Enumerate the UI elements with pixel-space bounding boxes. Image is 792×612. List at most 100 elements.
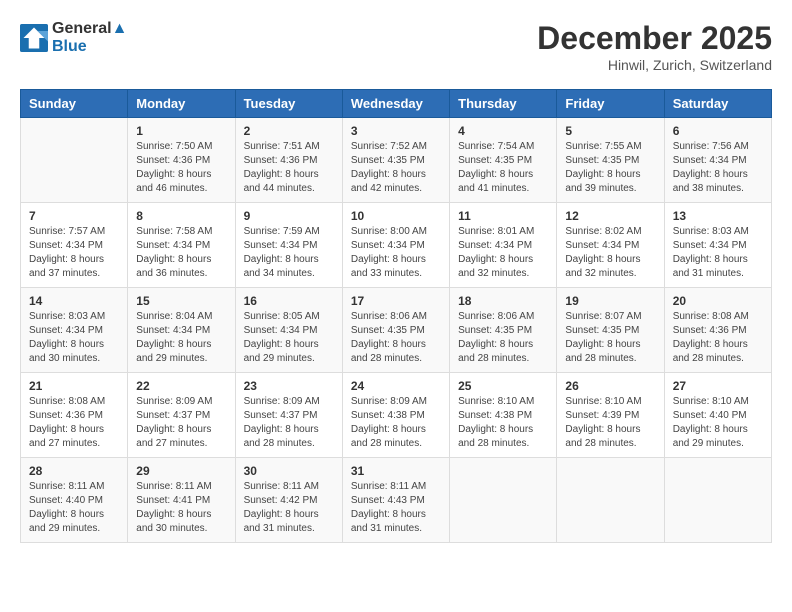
day-number: 13 [673,209,763,223]
cell-info: Sunrise: 7:51 AMSunset: 4:36 PMDaylight:… [244,140,334,196]
day-number: 11 [458,209,548,223]
calendar-cell: 6 Sunrise: 7:56 AMSunset: 4:34 PMDayligh… [664,118,771,203]
day-number: 8 [136,209,226,223]
calendar-week-3: 14 Sunrise: 8:03 AMSunset: 4:34 PMDaylig… [21,288,772,373]
calendar-cell [21,118,128,203]
logo: General▲ Blue [20,20,127,56]
calendar-cell: 20 Sunrise: 8:08 AMSunset: 4:36 PMDaylig… [664,288,771,373]
calendar-cell: 26 Sunrise: 8:10 AMSunset: 4:39 PMDaylig… [557,373,664,458]
calendar-week-1: 1 Sunrise: 7:50 AMSunset: 4:36 PMDayligh… [21,118,772,203]
day-number: 7 [29,209,119,223]
day-number: 14 [29,294,119,308]
cell-info: Sunrise: 8:10 AMSunset: 4:40 PMDaylight:… [673,395,763,451]
logo-text: General▲ Blue [52,20,127,56]
cell-info: Sunrise: 8:11 AMSunset: 4:43 PMDaylight:… [351,480,441,536]
cell-info: Sunrise: 7:55 AMSunset: 4:35 PMDaylight:… [565,140,655,196]
calendar-cell: 4 Sunrise: 7:54 AMSunset: 4:35 PMDayligh… [450,118,557,203]
calendar-cell: 22 Sunrise: 8:09 AMSunset: 4:37 PMDaylig… [128,373,235,458]
day-number: 15 [136,294,226,308]
day-number: 24 [351,379,441,393]
weekday-header-friday: Friday [557,90,664,118]
calendar-cell [450,458,557,543]
calendar-cell: 8 Sunrise: 7:58 AMSunset: 4:34 PMDayligh… [128,203,235,288]
calendar-body: 1 Sunrise: 7:50 AMSunset: 4:36 PMDayligh… [21,118,772,543]
cell-info: Sunrise: 8:06 AMSunset: 4:35 PMDaylight:… [458,310,548,366]
calendar-cell [557,458,664,543]
calendar-cell: 25 Sunrise: 8:10 AMSunset: 4:38 PMDaylig… [450,373,557,458]
cell-info: Sunrise: 7:50 AMSunset: 4:36 PMDaylight:… [136,140,226,196]
calendar-cell: 19 Sunrise: 8:07 AMSunset: 4:35 PMDaylig… [557,288,664,373]
calendar-header-row: SundayMondayTuesdayWednesdayThursdayFrid… [21,90,772,118]
calendar-cell: 16 Sunrise: 8:05 AMSunset: 4:34 PMDaylig… [235,288,342,373]
calendar-cell: 21 Sunrise: 8:08 AMSunset: 4:36 PMDaylig… [21,373,128,458]
cell-info: Sunrise: 7:59 AMSunset: 4:34 PMDaylight:… [244,225,334,281]
calendar-cell: 9 Sunrise: 7:59 AMSunset: 4:34 PMDayligh… [235,203,342,288]
day-number: 16 [244,294,334,308]
cell-info: Sunrise: 8:11 AMSunset: 4:41 PMDaylight:… [136,480,226,536]
cell-info: Sunrise: 8:04 AMSunset: 4:34 PMDaylight:… [136,310,226,366]
cell-info: Sunrise: 8:10 AMSunset: 4:39 PMDaylight:… [565,395,655,451]
weekday-header-sunday: Sunday [21,90,128,118]
day-number: 10 [351,209,441,223]
calendar-week-5: 28 Sunrise: 8:11 AMSunset: 4:40 PMDaylig… [21,458,772,543]
cell-info: Sunrise: 8:00 AMSunset: 4:34 PMDaylight:… [351,225,441,281]
day-number: 6 [673,124,763,138]
calendar-cell: 12 Sunrise: 8:02 AMSunset: 4:34 PMDaylig… [557,203,664,288]
cell-info: Sunrise: 8:08 AMSunset: 4:36 PMDaylight:… [29,395,119,451]
calendar-cell: 24 Sunrise: 8:09 AMSunset: 4:38 PMDaylig… [342,373,449,458]
logo-icon [20,24,48,52]
calendar-cell: 10 Sunrise: 8:00 AMSunset: 4:34 PMDaylig… [342,203,449,288]
day-number: 25 [458,379,548,393]
day-number: 1 [136,124,226,138]
weekday-header-saturday: Saturday [664,90,771,118]
calendar-cell: 7 Sunrise: 7:57 AMSunset: 4:34 PMDayligh… [21,203,128,288]
day-number: 3 [351,124,441,138]
calendar-cell: 29 Sunrise: 8:11 AMSunset: 4:41 PMDaylig… [128,458,235,543]
cell-info: Sunrise: 8:11 AMSunset: 4:40 PMDaylight:… [29,480,119,536]
day-number: 17 [351,294,441,308]
cell-info: Sunrise: 8:06 AMSunset: 4:35 PMDaylight:… [351,310,441,366]
weekday-header-thursday: Thursday [450,90,557,118]
calendar-cell: 17 Sunrise: 8:06 AMSunset: 4:35 PMDaylig… [342,288,449,373]
calendar-cell: 5 Sunrise: 7:55 AMSunset: 4:35 PMDayligh… [557,118,664,203]
calendar-cell: 14 Sunrise: 8:03 AMSunset: 4:34 PMDaylig… [21,288,128,373]
month-title: December 2025 [537,20,772,57]
cell-info: Sunrise: 7:52 AMSunset: 4:35 PMDaylight:… [351,140,441,196]
day-number: 29 [136,464,226,478]
day-number: 23 [244,379,334,393]
weekday-header-wednesday: Wednesday [342,90,449,118]
day-number: 26 [565,379,655,393]
cell-info: Sunrise: 8:10 AMSunset: 4:38 PMDaylight:… [458,395,548,451]
calendar-week-2: 7 Sunrise: 7:57 AMSunset: 4:34 PMDayligh… [21,203,772,288]
day-number: 18 [458,294,548,308]
day-number: 27 [673,379,763,393]
calendar-cell [664,458,771,543]
page-header: General▲ Blue December 2025 Hinwil, Zuri… [20,20,772,73]
calendar-cell: 1 Sunrise: 7:50 AMSunset: 4:36 PMDayligh… [128,118,235,203]
day-number: 30 [244,464,334,478]
cell-info: Sunrise: 7:58 AMSunset: 4:34 PMDaylight:… [136,225,226,281]
calendar-cell: 2 Sunrise: 7:51 AMSunset: 4:36 PMDayligh… [235,118,342,203]
title-block: December 2025 Hinwil, Zurich, Switzerlan… [537,20,772,73]
calendar-cell: 15 Sunrise: 8:04 AMSunset: 4:34 PMDaylig… [128,288,235,373]
calendar-week-4: 21 Sunrise: 8:08 AMSunset: 4:36 PMDaylig… [21,373,772,458]
day-number: 21 [29,379,119,393]
cell-info: Sunrise: 7:56 AMSunset: 4:34 PMDaylight:… [673,140,763,196]
cell-info: Sunrise: 8:11 AMSunset: 4:42 PMDaylight:… [244,480,334,536]
day-number: 22 [136,379,226,393]
day-number: 19 [565,294,655,308]
cell-info: Sunrise: 7:57 AMSunset: 4:34 PMDaylight:… [29,225,119,281]
day-number: 28 [29,464,119,478]
cell-info: Sunrise: 8:08 AMSunset: 4:36 PMDaylight:… [673,310,763,366]
day-number: 12 [565,209,655,223]
calendar-cell: 11 Sunrise: 8:01 AMSunset: 4:34 PMDaylig… [450,203,557,288]
cell-info: Sunrise: 8:05 AMSunset: 4:34 PMDaylight:… [244,310,334,366]
calendar-table: SundayMondayTuesdayWednesdayThursdayFrid… [20,89,772,543]
cell-info: Sunrise: 8:03 AMSunset: 4:34 PMDaylight:… [673,225,763,281]
day-number: 31 [351,464,441,478]
location: Hinwil, Zurich, Switzerland [537,57,772,73]
calendar-cell: 30 Sunrise: 8:11 AMSunset: 4:42 PMDaylig… [235,458,342,543]
cell-info: Sunrise: 8:01 AMSunset: 4:34 PMDaylight:… [458,225,548,281]
cell-info: Sunrise: 8:09 AMSunset: 4:37 PMDaylight:… [136,395,226,451]
weekday-header-monday: Monday [128,90,235,118]
